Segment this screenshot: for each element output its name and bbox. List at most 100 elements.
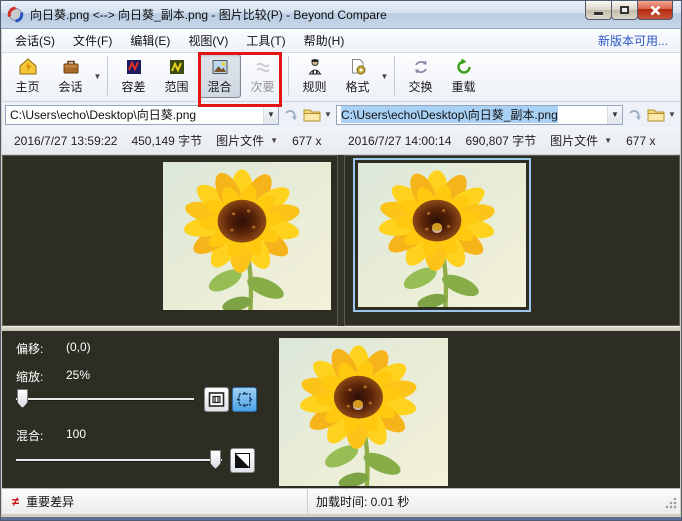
zoom-label: 缩放:	[16, 370, 44, 384]
right-path-value: C:\Users\echo\Desktop\向日葵_副本.png	[341, 106, 558, 123]
blend-label: 混合:	[16, 429, 44, 443]
swap-arrows-icon	[411, 57, 431, 77]
right-parent-arrow-icon[interactable]	[626, 106, 644, 124]
not-equal-icon: ≠	[12, 494, 20, 509]
reload-icon	[454, 57, 474, 77]
menu-help[interactable]: 帮助(H)	[295, 29, 354, 52]
image-compare-panels	[2, 155, 680, 326]
zoom-value: 25%	[66, 368, 91, 382]
toolbar-button-home[interactable]: 主页	[6, 54, 49, 98]
blend-picture-icon	[210, 57, 230, 77]
right-modified-time: 2016/7/27 14:00:14	[348, 133, 452, 148]
toolbar-separator	[288, 56, 289, 96]
close-button[interactable]	[637, 1, 673, 20]
range-icon	[167, 57, 187, 77]
load-time-cell: 加载时间: 0.01 秒	[308, 489, 680, 514]
menu-file[interactable]: 文件(F)	[64, 29, 121, 52]
zoom-slider-track[interactable]	[16, 398, 194, 400]
fit-to-window-button[interactable]	[232, 387, 257, 412]
right-sunflower-image[interactable]	[358, 163, 526, 307]
right-image-panel[interactable]	[344, 155, 680, 326]
toolbar-button-rules[interactable]: 规则	[293, 54, 336, 98]
new-version-link[interactable]: 新版本可用...	[598, 32, 676, 49]
app-logo-icon	[7, 6, 24, 23]
menu-view[interactable]: 视图(V)	[179, 29, 237, 52]
referee-icon	[305, 57, 325, 77]
menu-edit[interactable]: 编辑(E)	[121, 29, 179, 52]
left-parent-arrow-icon[interactable]	[282, 106, 300, 124]
caption-buttons	[585, 1, 673, 20]
approx-icon	[253, 57, 273, 77]
left-sunflower-image[interactable]	[163, 162, 331, 310]
window-title: 向日葵.png <--> 向日葵_副本.png - 图片比较(P) - Beyo…	[30, 8, 387, 22]
home-icon	[18, 57, 38, 77]
contrast-icon	[235, 453, 250, 468]
path-row: C:\Users\echo\Desktop\向日葵.png ▼ ▼ C:\Use…	[2, 102, 680, 127]
left-browse-dropdown-icon[interactable]: ▼	[324, 110, 333, 119]
maximize-button[interactable]	[611, 1, 638, 20]
blend-slider[interactable]	[16, 450, 222, 470]
contrast-mode-button[interactable]	[230, 448, 255, 473]
right-path-combobox[interactable]: C:\Users\echo\Desktop\向日葵_副本.png ▼	[336, 104, 623, 125]
minimize-button[interactable]	[585, 1, 612, 20]
file-info-row: 2016/7/27 13:59:22 450,149 字节 图片文件 ▼ 677…	[2, 127, 680, 155]
right-file-type-dropdown-icon[interactable]: ▼	[604, 136, 612, 145]
blend-slider-thumb[interactable]	[210, 450, 221, 469]
blend-value: 100	[66, 427, 87, 441]
toolbar-button-blend[interactable]: 混合	[198, 54, 241, 98]
right-image-focus-border	[353, 158, 531, 312]
right-browse-folder-icon[interactable]	[647, 106, 665, 124]
beyond-compare-window: 向日葵.png <--> 向日葵_副本.png - 图片比较(P) - Beyo…	[0, 0, 682, 521]
zoom-slider-thumb[interactable]	[17, 389, 28, 408]
left-path-combobox[interactable]: C:\Users\echo\Desktop\向日葵.png ▼	[5, 104, 279, 125]
left-path-dropdown-icon[interactable]: ▼	[263, 105, 278, 124]
right-dimensions: 677 x	[626, 133, 656, 148]
left-browse-folder-icon[interactable]	[303, 106, 321, 124]
offset-label: 偏移:	[16, 342, 44, 356]
title-bar[interactable]: 向日葵.png <--> 向日葵_副本.png - 图片比较(P) - Beyo…	[1, 1, 681, 29]
left-path-value: C:\Users\echo\Desktop\向日葵.png	[10, 108, 197, 122]
left-file-size: 450,149 字节	[131, 134, 203, 148]
format-dropdown-icon[interactable]: ▼	[379, 53, 390, 99]
left-dimensions: 677 x	[292, 133, 322, 148]
toolbar-button-reload[interactable]: 重载	[442, 54, 485, 98]
actual-size-icon	[208, 392, 225, 407]
toolbar: 主页 会话 ▼ 容差 范围 混合 次要 规则 格式 ▼ 交换 重载	[2, 53, 680, 102]
right-file-size: 690,807 字节	[465, 134, 537, 148]
actual-size-button[interactable]	[204, 387, 229, 412]
left-file-type[interactable]: 图片文件	[216, 132, 264, 149]
menu-tools[interactable]: 工具(T)	[237, 29, 294, 52]
format-document-gear-icon	[348, 57, 368, 77]
toolbar-button-sessions[interactable]: 会话	[49, 54, 92, 98]
fit-to-window-icon	[236, 391, 253, 408]
zoom-slider[interactable]	[16, 389, 194, 409]
left-file-info: 2016/7/27 13:59:22 450,149 字节 图片文件 ▼ 677…	[2, 132, 342, 149]
toolbar-button-tolerance[interactable]: 容差	[112, 54, 155, 98]
briefcase-icon	[61, 57, 81, 77]
diff-status-cell: ≠ 重要差异	[2, 489, 308, 514]
right-browse-dropdown-icon[interactable]: ▼	[668, 110, 677, 119]
left-modified-time: 2016/7/27 13:59:22	[14, 133, 118, 148]
offset-value: (0,0)	[66, 340, 91, 354]
toolbar-separator	[394, 56, 395, 96]
toolbar-button-unimportant[interactable]: 次要	[241, 54, 284, 98]
close-icon	[650, 5, 660, 15]
blended-sunflower-image[interactable]	[279, 338, 448, 486]
tolerance-icon	[124, 57, 144, 77]
diff-status-text: 重要差异	[26, 495, 75, 509]
menu-session[interactable]: 会话(S)	[6, 29, 64, 52]
resize-grip[interactable]	[665, 497, 677, 509]
status-bar: ≠ 重要差异 加载时间: 0.01 秒	[2, 488, 680, 514]
toolbar-button-format[interactable]: 格式	[336, 54, 379, 98]
sessions-dropdown-icon[interactable]: ▼	[92, 53, 103, 99]
minimize-icon	[594, 11, 603, 15]
toolbar-button-range[interactable]: 范围	[155, 54, 198, 98]
toolbar-separator	[107, 56, 108, 96]
left-file-type-dropdown-icon[interactable]: ▼	[270, 136, 278, 145]
blend-slider-track[interactable]	[16, 459, 222, 461]
right-file-type[interactable]: 图片文件	[550, 132, 598, 149]
maximize-icon	[620, 6, 629, 14]
left-image-panel[interactable]	[2, 155, 338, 326]
toolbar-button-swap[interactable]: 交换	[399, 54, 442, 98]
right-path-dropdown-icon[interactable]: ▼	[607, 105, 622, 124]
